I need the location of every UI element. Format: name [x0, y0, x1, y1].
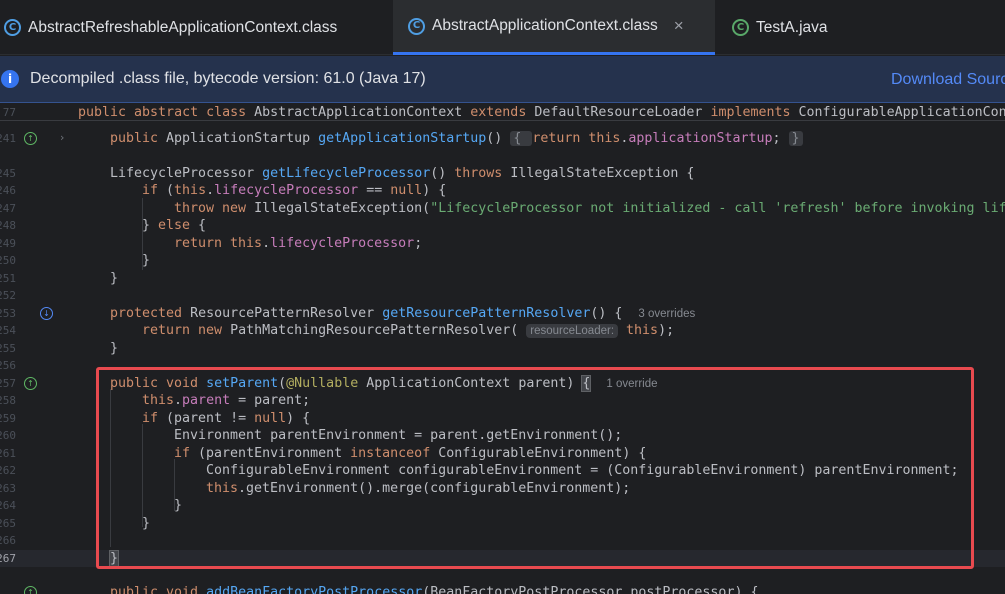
tab-label: TestA.java: [756, 18, 828, 36]
line-number: 245: [0, 167, 16, 180]
code-line: 254 return new PathMatchingResourcePatte…: [0, 322, 1005, 339]
decompiled-file-banner: i Decompiled .class file, bytecode versi…: [0, 56, 1005, 103]
code-line: public abstract class AbstractApplicatio…: [78, 105, 1005, 120]
code-line: 252: [0, 287, 1005, 304]
overrides-method-icon[interactable]: ↑: [24, 132, 37, 145]
code-line: 262 ConfigurableEnvironment configurable…: [0, 462, 1005, 479]
line-number: 259: [0, 412, 16, 425]
line-number: 266: [0, 534, 16, 547]
tab-abstract-refreshable-application-context[interactable]: C AbstractRefreshableApplicationContext.…: [0, 0, 393, 55]
code-line: 253 ↓ protected ResourcePatternResolver …: [0, 305, 1005, 322]
code-line: ↑ public void addBeanFactoryPostProcesso…: [0, 584, 1005, 594]
overrides-hint[interactable]: 3 overrides: [638, 308, 695, 320]
line-number: 252: [0, 289, 16, 302]
code-line: 259 if (parent != null) {: [0, 410, 1005, 427]
tab-test-a-java[interactable]: C TestA.java: [715, 0, 1005, 55]
code-line: 260 Environment parentEnvironment = pare…: [0, 427, 1005, 444]
line-number: 246: [0, 184, 16, 197]
code-line: 257 ↑ public void setParent(@Nullable Ap…: [0, 375, 1005, 392]
code-line: 248 } else {: [0, 217, 1005, 234]
line-number: 257: [0, 377, 16, 390]
code-line: 256: [0, 357, 1005, 374]
chevron-right-icon[interactable]: ›: [60, 131, 64, 144]
code-line: 246 if (this.lifecycleProcessor == null)…: [0, 182, 1005, 199]
code-line: 247 throw new IllegalStateException("Lif…: [0, 200, 1005, 217]
code-line: 261 if (parentEnvironment instanceof Con…: [0, 445, 1005, 462]
line-number: 255: [0, 342, 16, 355]
line-number: 248: [0, 219, 16, 232]
editor-tab-bar: C AbstractRefreshableApplicationContext.…: [0, 0, 1005, 55]
line-number: 256: [0, 359, 16, 372]
tab-label: AbstractApplicationContext.class: [432, 17, 658, 34]
info-icon: i: [1, 70, 19, 88]
class-file-icon: C: [4, 19, 21, 36]
code-line: 250 }: [0, 252, 1005, 269]
code-line: 255 }: [0, 340, 1005, 357]
line-number: 251: [0, 272, 16, 285]
caret-line: 267 }: [0, 550, 1005, 567]
line-number: 253: [0, 307, 16, 320]
line-number: 261: [0, 447, 16, 460]
code-line: 249 return this.lifecycleProcessor;: [0, 235, 1005, 252]
sticky-class-header: 77 public abstract class AbstractApplica…: [0, 104, 1005, 121]
line-number: 241: [0, 132, 16, 145]
code-line: 264 }: [0, 497, 1005, 514]
line-number: 254: [0, 324, 16, 337]
class-file-icon: C: [408, 17, 425, 35]
line-number: 247: [0, 202, 16, 215]
tab-label: AbstractRefreshableApplicationContext.cl…: [28, 18, 338, 36]
banner-message: Decompiled .class file, bytecode version…: [30, 70, 426, 87]
line-number: 267: [0, 552, 16, 565]
line-number: 260: [0, 429, 16, 442]
code-line: 265 }: [0, 515, 1005, 532]
line-number: 249: [0, 237, 16, 250]
line-number: 250: [0, 254, 16, 267]
line-number: 265: [0, 517, 16, 530]
code-line: 251 }: [0, 270, 1005, 287]
tab-abstract-application-context[interactable]: C AbstractApplicationContext.class ×: [393, 0, 715, 55]
code-line: 266: [0, 532, 1005, 549]
code-editor[interactable]: 77 public abstract class AbstractApplica…: [0, 104, 1005, 594]
line-number: 263: [0, 482, 16, 495]
parameter-hint: resourceLoader:: [526, 324, 619, 338]
line-number: 262: [0, 464, 16, 477]
code-line: 258 this.parent = parent;: [0, 392, 1005, 409]
overrides-method-icon[interactable]: ↑: [24, 377, 37, 390]
overridden-method-icon[interactable]: ↓: [40, 307, 53, 320]
overrides-method-icon[interactable]: ↑: [24, 586, 37, 594]
code-line: 263 this.getEnvironment().merge(configur…: [0, 480, 1005, 497]
download-sources-link[interactable]: Download Sources: [891, 56, 1005, 103]
code-line: 245 LifecycleProcessor getLifecycleProce…: [0, 165, 1005, 182]
override-hint[interactable]: 1 override: [606, 378, 657, 390]
code-line: 241 ↑ › public ApplicationStartup getApp…: [0, 130, 1005, 147]
line-number: 77: [2, 106, 16, 119]
close-tab-icon[interactable]: ×: [674, 16, 684, 36]
java-file-icon: C: [732, 19, 749, 36]
line-number: 258: [0, 394, 16, 407]
line-number: 264: [0, 499, 16, 512]
